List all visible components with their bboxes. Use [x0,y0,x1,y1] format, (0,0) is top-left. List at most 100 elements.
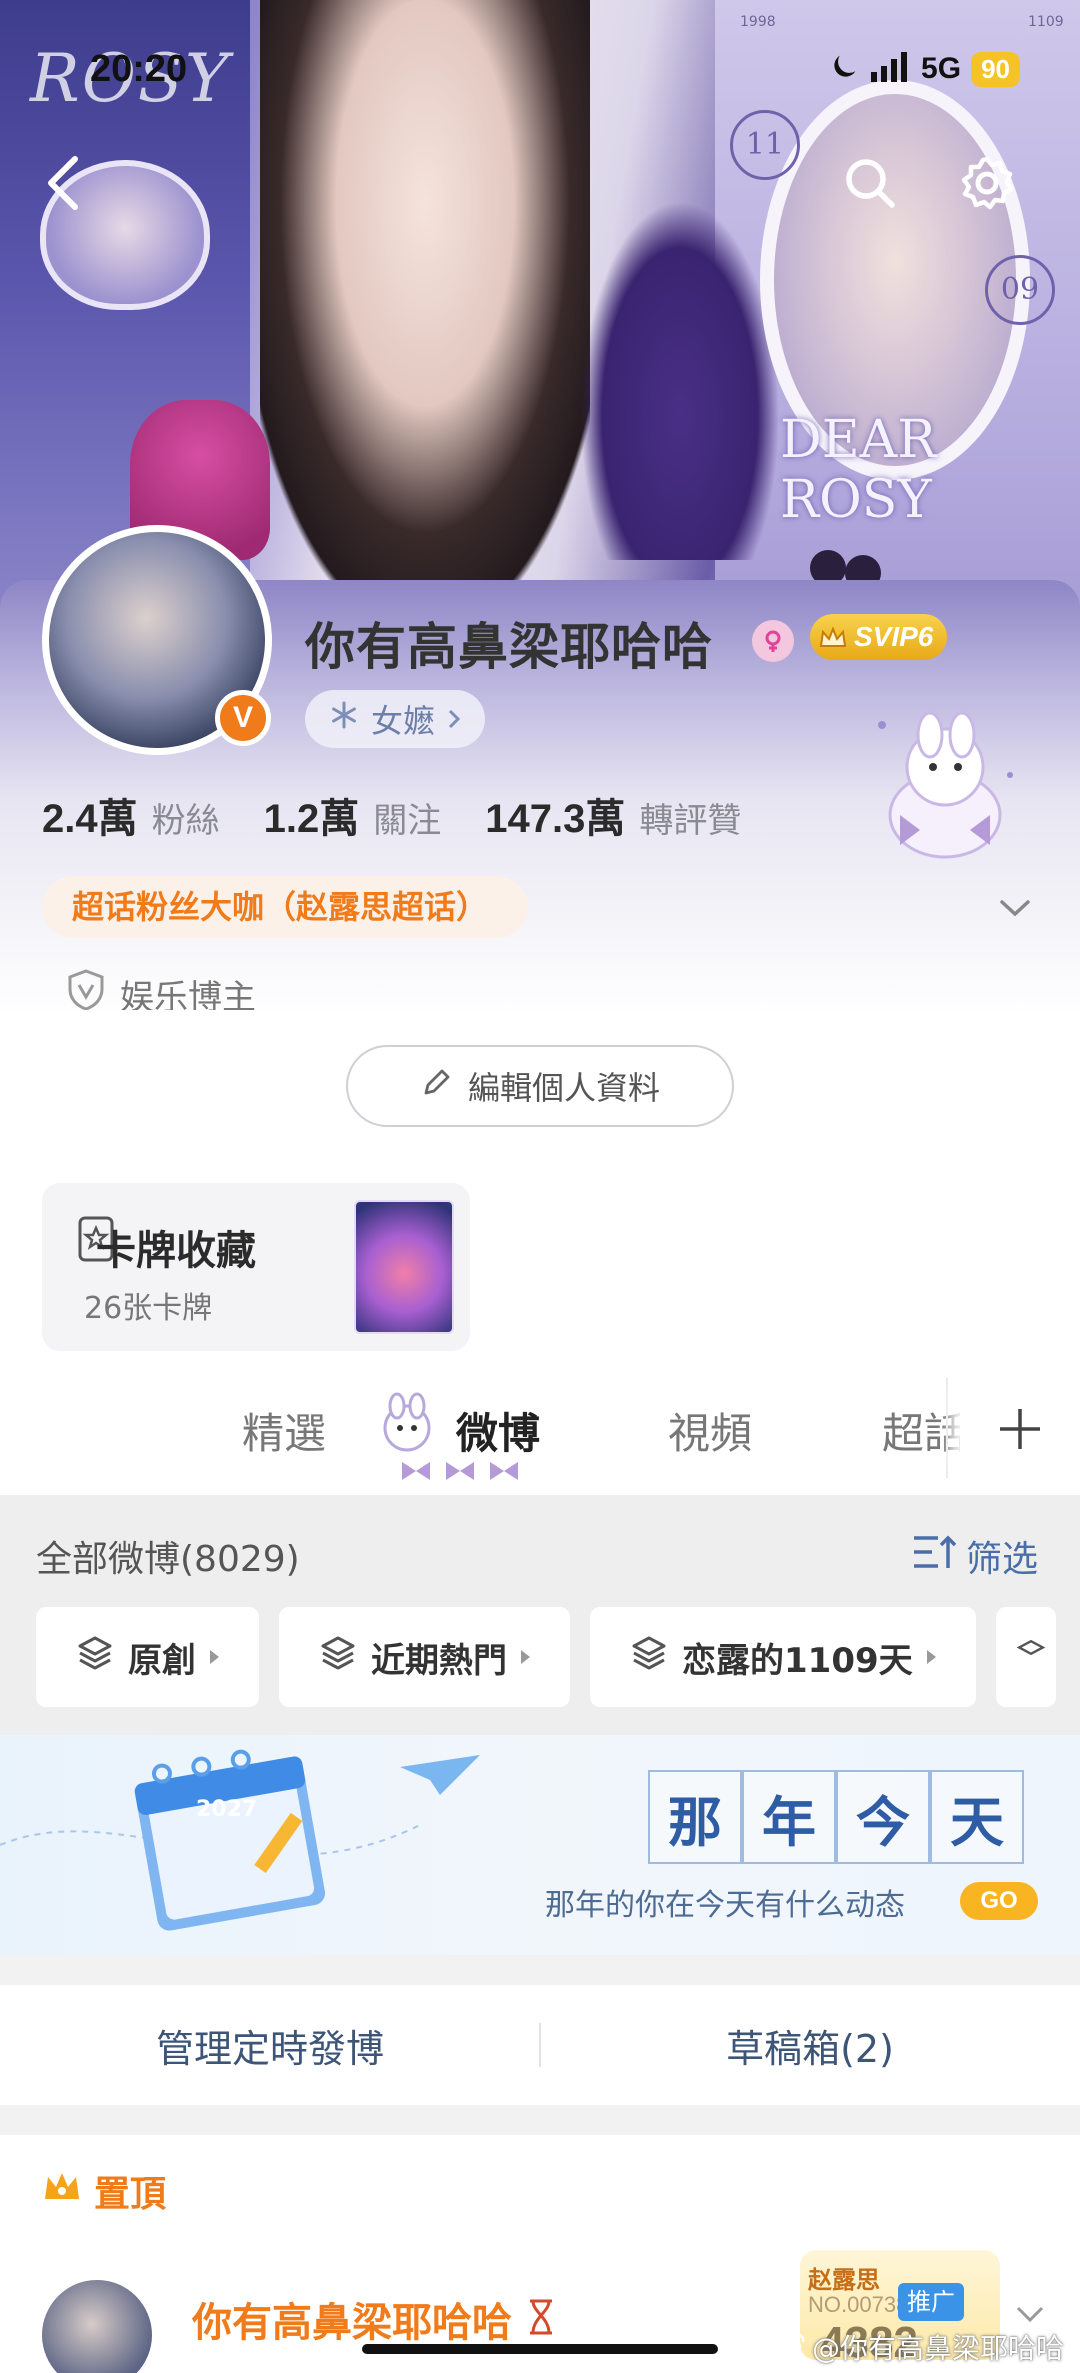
drafts-button[interactable]: 草稿箱(2) [540,1985,1080,2105]
scheduled-posts-button[interactable]: 管理定時發博 [0,1985,540,2105]
tab-divider [946,1378,948,1478]
triangle-right-icon [926,1650,936,1664]
edit-profile-button[interactable]: 編輯個人資料 [346,1045,734,1127]
crown-icon [818,622,848,668]
sort-icon [912,1532,957,1581]
title-char: 年 [742,1770,836,1864]
chip-label: 原創 [128,1640,196,1681]
pinned-post-author-name: 你有高鼻梁耶哈哈 [192,2300,512,2346]
stat-value: 147.3萬 [485,797,626,841]
watermark: @你有高鼻梁耶哈哈 [772,2327,1064,2367]
go-button[interactable]: GO [960,1882,1038,1920]
title-char: 天 [930,1770,1024,1864]
title-char: 今 [836,1770,930,1864]
svip-label: SVIP6 [854,621,934,652]
tab-featured[interactable]: 精選 [242,1400,326,1461]
layers-icon [1016,1634,1046,1681]
banner-year-left: 1998 [740,14,776,30]
banner-dress-figure [580,200,780,560]
calendar-year: 2027 [196,1797,258,1822]
tab-weibo[interactable]: 微博 [456,1400,540,1461]
chevron-left-icon [41,153,85,217]
weibo-logo-icon [772,2330,806,2365]
card-collection-count: 26张卡牌 [84,1291,213,1326]
promote-badge[interactable]: 推广 [898,2283,964,2321]
chip-original[interactable]: 原創 [36,1607,259,1707]
home-indicator[interactable] [362,2344,718,2354]
tab-super-topic[interactable]: 超話 [882,1400,966,1461]
banner-portrait [260,0,590,580]
battery-level: 90 [971,51,1020,87]
stat-interactions[interactable]: 147.3萬 轉評贊 [485,786,741,844]
tab-videos[interactable]: 視頻 [668,1400,752,1461]
weibo-count: 全部微博(8029) [36,1539,300,1580]
fan-card-name: 赵露思 [808,2266,880,2294]
banner-dear-rosy-text: DEAR ROSY [780,410,937,530]
pencil-icon [420,1065,454,1107]
settings-button[interactable] [952,150,1022,220]
stat-fans[interactable]: 2.4萬 粉絲 [42,786,220,844]
status-bar-right: 5G 90 [827,50,1020,88]
hourglass-icon [526,2299,556,2346]
signal-icon [871,52,911,86]
title-char: 那 [648,1770,742,1864]
filter-button[interactable]: 筛选 [912,1530,1038,1582]
tab-mascot-icon [375,1392,439,1456]
pinned-label-text: 置頂 [94,2174,167,2215]
network-type: 5G [921,52,962,85]
triangle-right-icon [210,1650,219,1664]
layers-icon [76,1634,114,1681]
crown-icon [42,2169,82,2214]
card-collection-title: 卡牌收藏 [96,1228,256,1274]
snowflake-icon [329,700,359,738]
search-icon [842,155,898,215]
chip-custom-album[interactable]: 恋露的1109天 [590,1607,976,1707]
chevron-down-icon [990,900,1040,932]
chip-recent-hot[interactable]: 近期熱門 [279,1607,570,1707]
moon-icon [827,50,861,88]
on-this-day-subtitle: 那年的你在今天有什么动态 [545,1888,905,1923]
chip-label: 近期熱門 [371,1640,507,1681]
verified-badge: V [215,690,271,746]
stat-following[interactable]: 1.2萬 關注 [264,786,442,844]
identity-tag[interactable]: 女嬷 [305,690,486,748]
banner-number-11: 11 [730,110,800,180]
username: 你有高鼻梁耶哈哈 [305,618,713,676]
chip-more[interactable] [995,1607,1056,1707]
filter-label: 筛选 [966,1539,1039,1580]
gear-icon [959,155,1015,215]
expand-button[interactable] [990,888,1040,928]
pinned-post-author[interactable]: 你有高鼻梁耶哈哈 [192,2290,556,2348]
identity-tag-label: 女嬷 [371,702,436,740]
plus-icon [995,1404,1045,1458]
stat-label: 粉絲 [151,801,220,841]
edit-profile-label: 編輯個人資料 [467,1069,660,1107]
stat-label: 轉評贊 [639,801,742,841]
stat-label: 關注 [373,801,442,841]
pinned-label: 置頂 [42,2165,166,2217]
on-this-day-title: 那 年 今 天 [648,1770,1024,1864]
chevron-right-icon [447,700,461,738]
feed-filter-chips: 原創 近期熱門 恋露的1109天 [36,1607,1056,1707]
active-tab-indicator [400,1460,520,1482]
card-thumbnail [354,1200,454,1334]
super-topic-fan-badge[interactable]: 超话粉丝大咖（赵露思超话） [42,876,529,938]
search-button[interactable] [835,150,905,220]
fan-card-number: NO.00738 [808,2292,909,2317]
stat-value: 2.4萬 [42,797,138,841]
banner-year-right: 1109 [1028,14,1064,30]
watermark-text: @你有高鼻梁耶哈哈 [812,2332,1065,2365]
profile-stats: 2.4萬 粉絲 1.2萬 關注 147.3萬 轉評贊 [42,786,741,844]
layers-icon [319,1634,357,1681]
layers-icon [630,1634,668,1681]
triangle-right-icon [521,1650,530,1664]
chip-label: 恋露的1109天 [682,1640,913,1681]
female-icon [752,620,794,662]
banner-number-09: 09 [985,255,1055,325]
status-time: 20:20 [90,48,188,90]
post-menu-button[interactable] [1010,2300,1050,2330]
add-tab-button[interactable] [960,1386,1080,1476]
back-button[interactable] [28,150,98,220]
stat-value: 1.2萬 [263,797,360,841]
svip-badge[interactable]: SVIP6 [810,614,948,660]
